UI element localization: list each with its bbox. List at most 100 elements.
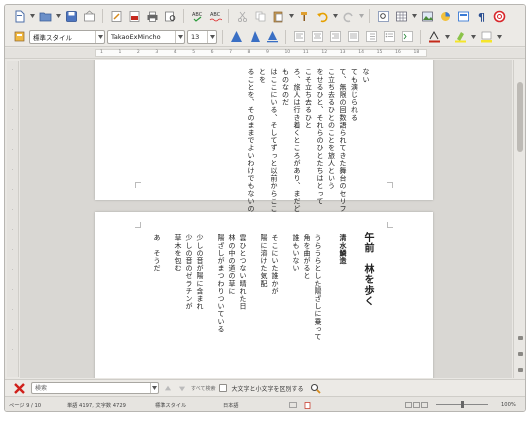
undo-dropdown-icon[interactable] — [332, 8, 338, 24]
zoom-slider-handle[interactable] — [461, 401, 464, 408]
open-dropdown-icon[interactable] — [55, 8, 61, 24]
vertical-scrollbar[interactable] — [513, 60, 525, 378]
bold-icon[interactable] — [228, 29, 244, 45]
writer-window: ABC ABC ¶ 標準スタイル TakaoExMincho 13 1 1 2 … — [4, 4, 526, 412]
font-color-dropdown-icon[interactable] — [444, 29, 450, 45]
language-indicator[interactable]: 日本語 — [223, 402, 239, 409]
text-boundary-corner — [135, 222, 141, 228]
zoom-level[interactable]: 100% — [501, 402, 516, 408]
paste-icon[interactable] — [270, 8, 286, 24]
cut-icon[interactable] — [234, 8, 250, 24]
paragraph-style-value: 標準スタイル — [33, 33, 72, 42]
chart-icon[interactable] — [437, 8, 453, 24]
bullets-icon[interactable] — [381, 29, 397, 45]
vertical-ruler[interactable]: · · · · · · · · · · · · · · · — [7, 61, 19, 377]
new-document-icon[interactable] — [11, 8, 27, 24]
insert-mode-icon[interactable] — [289, 402, 297, 410]
edit-file-icon[interactable] — [108, 8, 124, 24]
match-case-checkbox[interactable] — [219, 384, 228, 392]
align-left-icon[interactable] — [291, 29, 307, 45]
italic-icon[interactable] — [246, 29, 262, 45]
indent-icon[interactable] — [399, 29, 415, 45]
find-next-icon[interactable] — [177, 380, 187, 396]
text-column: こそ立ち去るひと — [304, 68, 313, 129]
ruler-tick-label: 11 — [302, 50, 309, 55]
formatting-marks-icon[interactable]: ¶ — [473, 8, 489, 24]
font-color-icon[interactable] — [426, 29, 442, 45]
new-dropdown-icon[interactable] — [29, 8, 35, 24]
close-icon[interactable] — [11, 380, 27, 396]
font-name-combo[interactable]: TakaoExMincho — [107, 29, 185, 44]
paste-dropdown-icon[interactable] — [288, 8, 294, 24]
justify-icon[interactable] — [345, 29, 361, 45]
page-style[interactable]: 標準スタイル — [155, 402, 186, 409]
page-indicator[interactable]: ページ 9 / 10 — [9, 402, 41, 409]
copy-icon[interactable] — [252, 8, 268, 24]
horizontal-ruler[interactable]: 1 1 2 3 4 5 6 7 8 9 10 11 12 13 14 15 16 18 — [5, 48, 525, 59]
undo-icon[interactable] — [314, 8, 330, 24]
autospellcheck-icon[interactable]: ABC — [207, 8, 223, 24]
find-replace-icon[interactable] — [375, 8, 391, 24]
document-page[interactable]: 午前 林を歩く 清水鱗造 うらうらとした陽ざしに乗って 角を曲がると 誰もいない そこにい… — [95, 212, 433, 378]
image-icon[interactable] — [419, 8, 435, 24]
help-icon[interactable] — [491, 8, 507, 24]
background-color-icon[interactable] — [478, 29, 494, 45]
align-right-icon[interactable] — [327, 29, 343, 45]
next-page-button[interactable] — [517, 368, 523, 372]
align-center-icon[interactable] — [309, 29, 325, 45]
font-size-combo[interactable]: 13 — [187, 29, 217, 44]
document-page[interactable]: ない ても演じられる て、無限の回数語られてきた舞台のセリフ こ立ち去るひとのことを旅… — [95, 60, 433, 235]
highlight-icon[interactable] — [452, 29, 468, 45]
clone-formatting-icon[interactable] — [296, 8, 312, 24]
toolbar-separator — [369, 9, 370, 23]
redo-icon[interactable] — [340, 8, 356, 24]
svg-text:ABC: ABC — [192, 12, 203, 18]
navigator-button[interactable] — [517, 352, 523, 356]
chevron-down-icon[interactable] — [95, 30, 104, 43]
ruler-tick-mark: · — [9, 349, 14, 351]
ruler-tick-mark: · — [9, 69, 14, 71]
poem-line: 陽ざしがまつわりついている — [217, 234, 225, 333]
scrollbar-thumb[interactable] — [517, 82, 523, 152]
poem-line: 雲ひとつない晴れた日 — [239, 234, 247, 310]
word-count[interactable]: 単語 4197, 文字数 4729 — [67, 402, 126, 409]
chevron-down-icon[interactable] — [175, 30, 184, 43]
find-replace-dialog-icon[interactable] — [307, 380, 323, 396]
table-icon[interactable] — [393, 8, 409, 24]
text-column: こ立ち去るひとのことを旅人という — [327, 68, 336, 190]
chevron-down-icon[interactable] — [150, 383, 158, 393]
standard-toolbar: ABC ABC ¶ — [5, 5, 525, 27]
view-layout-icon[interactable] — [405, 402, 429, 410]
svg-text:¶: ¶ — [478, 11, 485, 23]
spellcheck-icon[interactable]: ABC — [189, 8, 205, 24]
print-icon[interactable] — [144, 8, 160, 24]
paragraph-style-combo[interactable]: 標準スタイル — [29, 29, 105, 44]
save-icon[interactable] — [63, 8, 79, 24]
ruler-tick-mark: · — [9, 229, 14, 231]
ruler-text-area: 1 1 2 3 4 5 6 7 8 9 10 11 12 13 14 15 16 18 — [95, 49, 427, 57]
document-canvas[interactable]: ない ても演じられる て、無限の回数語られてきた舞台のセリフ こ立ち去るひとのことを旅… — [20, 60, 512, 378]
find-previous-icon[interactable] — [163, 380, 173, 396]
export-pdf-icon[interactable] — [126, 8, 142, 24]
background-color-dropdown-icon[interactable] — [496, 29, 502, 45]
open-folder-icon[interactable] — [37, 8, 53, 24]
underline-icon[interactable] — [264, 29, 280, 45]
ruler-tick-label: 10 — [284, 50, 291, 55]
styles-icon[interactable] — [11, 29, 27, 45]
frame-icon[interactable] — [455, 8, 471, 24]
mail-icon[interactable] — [81, 8, 97, 24]
print-preview-icon[interactable] — [162, 8, 178, 24]
numbering-icon[interactable] — [363, 29, 379, 45]
search-input[interactable]: 検索 — [31, 382, 159, 394]
previous-page-button[interactable] — [517, 336, 523, 340]
poem-line: 誰もいない — [292, 234, 300, 272]
ruler-tick-mark: · — [9, 149, 14, 151]
chevron-down-icon[interactable] — [207, 30, 216, 43]
highlight-dropdown-icon[interactable] — [470, 29, 476, 45]
redo-dropdown-icon[interactable] — [358, 8, 364, 24]
document-modified-icon[interactable] — [304, 402, 311, 411]
find-all-button[interactable]: すべて検索 — [191, 385, 215, 392]
table-dropdown-icon[interactable] — [411, 8, 417, 24]
poem-line: 草木を包む — [174, 234, 182, 272]
toolbar-separator — [183, 9, 184, 23]
